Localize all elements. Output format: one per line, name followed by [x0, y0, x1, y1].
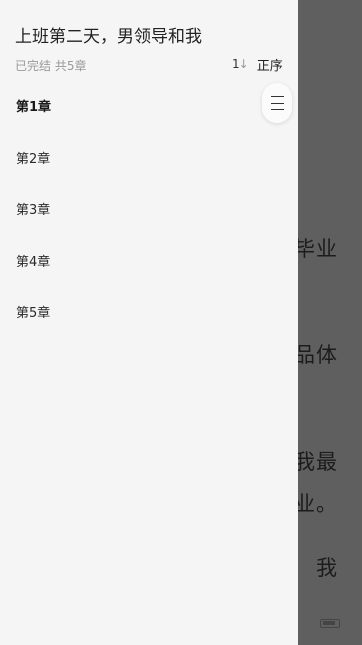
reader-text-line: 我最: [294, 450, 338, 474]
chapter-item[interactable]: 第1章: [0, 80, 298, 132]
book-title: 上班第二天，男领导和我: [15, 27, 202, 47]
reader-text-line: 品体: [294, 343, 338, 367]
chapter-item[interactable]: 第3章: [0, 183, 298, 235]
chapter-list: 第1章 第2章 第3章 第4章 第5章: [0, 80, 298, 338]
reader-text-line: 我: [316, 556, 338, 580]
chapter-label: 第3章: [16, 203, 51, 219]
battery-icon: [320, 619, 340, 628]
sort-order-toggle[interactable]: 1↓ 正序: [232, 55, 283, 74]
chapter-label: 第5章: [16, 306, 51, 322]
sort-order-label: 正序: [256, 58, 283, 74]
chapter-label: 第2章: [16, 151, 51, 167]
app-screen: 毕业 品体 我最 作业。 我 上班第二天，男领导和我 已完结 共5章 1↓ 正序…: [0, 0, 362, 645]
reader-text-line: 毕业: [294, 237, 338, 261]
chapter-label: 第4章: [16, 254, 51, 270]
fast-scroll-handle[interactable]: [262, 83, 292, 123]
menu-line: [271, 109, 284, 111]
menu-lines-icon: [271, 96, 284, 98]
chapter-item[interactable]: 第5章: [0, 286, 298, 338]
book-status-meta: 已完结 共5章: [15, 59, 87, 73]
chapter-item[interactable]: 第4章: [0, 235, 298, 287]
menu-line: [271, 102, 284, 104]
sort-order-icon: 1↓: [232, 57, 249, 71]
chapter-drawer: 上班第二天，男领导和我 已完结 共5章 1↓ 正序 第1章 第2章 第3章 第4…: [0, 0, 298, 645]
chapter-item[interactable]: 第2章: [0, 132, 298, 184]
chapter-label: 第1章: [16, 100, 52, 116]
